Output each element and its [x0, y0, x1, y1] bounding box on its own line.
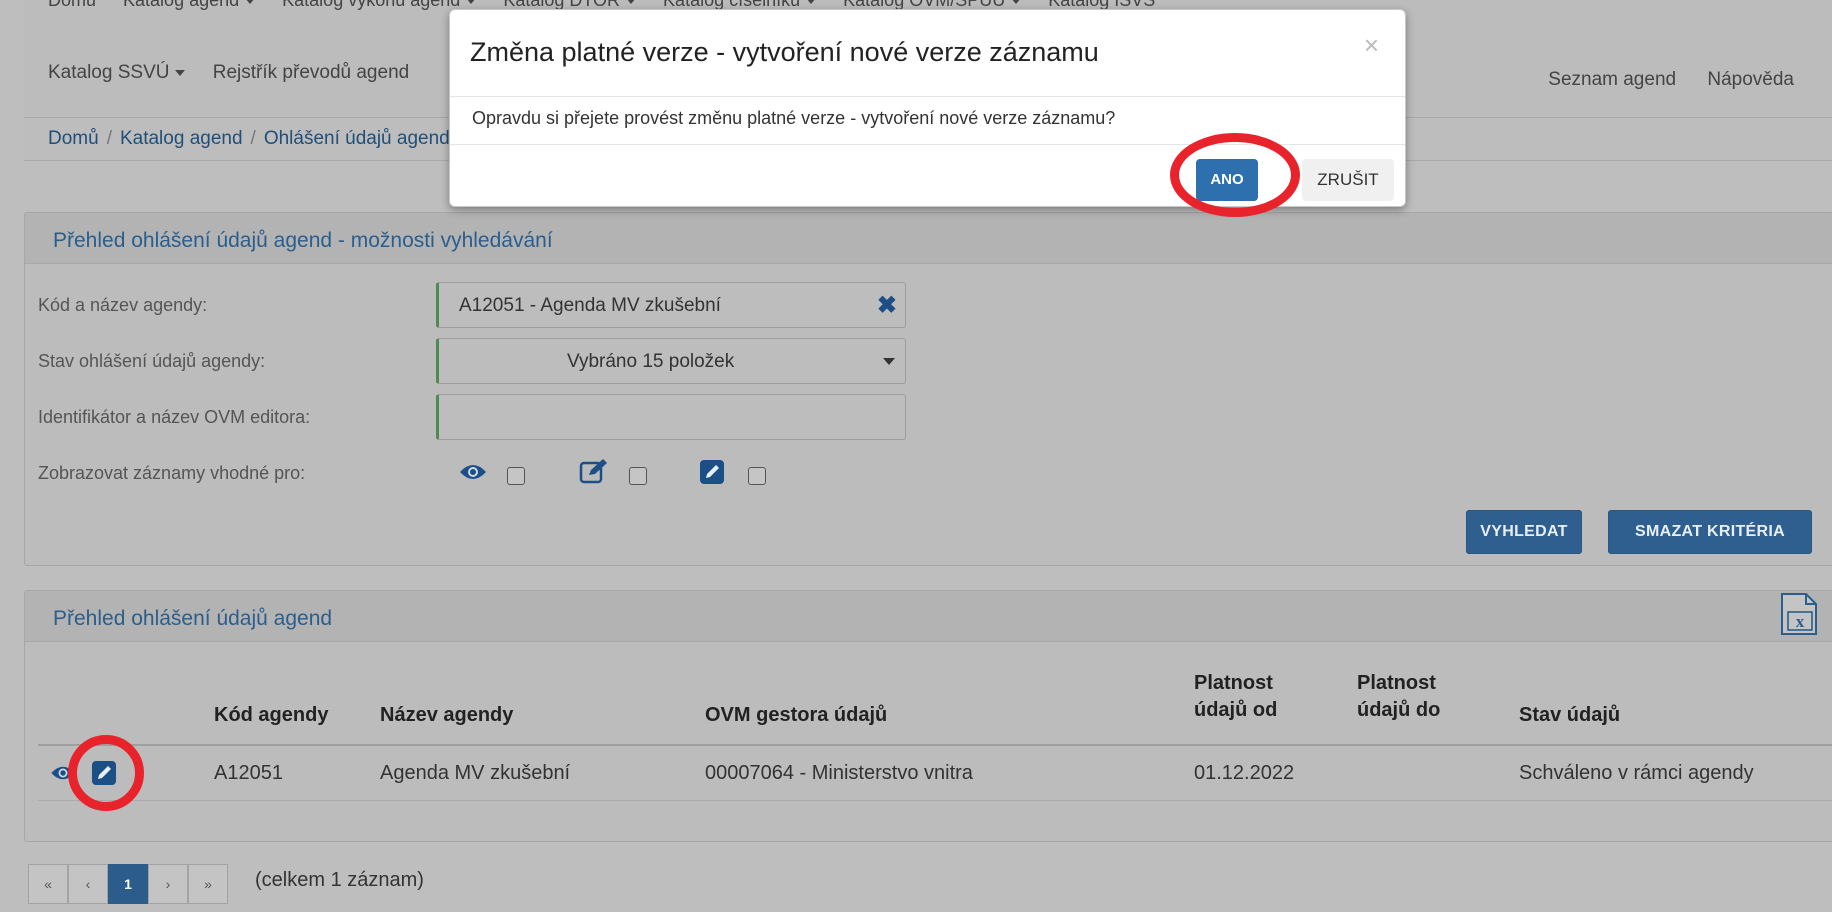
excel-export-icon[interactable]: x — [1778, 592, 1820, 636]
caret-down-icon — [1011, 0, 1022, 5]
col-code-header[interactable]: Kód agendy — [214, 702, 328, 729]
dialog-header-divider — [450, 96, 1405, 97]
highlight-ring-edit — [68, 735, 144, 811]
dialog-title: Změna platné verze - vytvoření nové verz… — [470, 37, 1099, 67]
cell-name: Agenda MV zkušební — [380, 762, 571, 784]
view-checkbox[interactable] — [507, 467, 525, 485]
agenda-code-field[interactable]: A12051 - Agenda MV zkušební ✖ — [436, 282, 906, 328]
caret-down-icon — [626, 0, 637, 5]
state-select-value: Vybráno 15 položek — [567, 351, 735, 372]
caret-down-icon — [175, 69, 186, 76]
breadcrumb-katalog-agend[interactable]: Katalog agend — [120, 128, 243, 149]
ovm-editor-label: Identifikátor a název OVM editora: — [38, 407, 311, 427]
caret-down-icon — [466, 0, 477, 5]
cell-ovm: 00007064 - Ministerstvo vnitra — [705, 762, 973, 784]
caret-down-icon — [806, 0, 817, 5]
search-button[interactable]: VYHLEDAT — [1466, 510, 1582, 554]
caret-down-icon — [245, 0, 256, 5]
agenda-code-value: A12051 - Agenda MV zkušební — [459, 295, 721, 316]
edit-filled-icon — [700, 460, 724, 484]
nav-right: Seznam agend Nápověda — [1522, 69, 1794, 91]
cell-state: Schváleno v rámci agendy — [1519, 762, 1754, 784]
eye-icon — [460, 465, 486, 479]
page-next-button[interactable]: › — [148, 864, 188, 904]
page-first-button[interactable]: « — [28, 864, 68, 904]
page-last-button[interactable]: » — [188, 864, 228, 904]
col-valid-to-header[interactable]: Platnost údajů do — [1357, 670, 1467, 724]
edit-checkbox[interactable] — [629, 467, 647, 485]
show-records-label: Zobrazovat záznamy vhodné pro: — [38, 463, 306, 483]
chevron-down-icon — [883, 358, 895, 365]
nav-katalog-vykonu[interactable]: Katalog výkonů agend — [282, 0, 477, 10]
nav-rejstrik-prevodu[interactable]: Rejstřík převodů agend — [213, 62, 409, 83]
clear-icon[interactable]: ✖ — [877, 291, 897, 320]
svg-text:x: x — [1796, 612, 1805, 631]
highlight-ring-confirm — [1170, 133, 1300, 217]
clear-criteria-button[interactable]: SMAZAT KRITÉRIA — [1608, 510, 1812, 554]
page-prev-button[interactable]: ‹ — [68, 864, 108, 904]
edit-outline-icon — [579, 459, 607, 484]
col-ovm-header[interactable]: OVM gestora údajů — [705, 702, 887, 729]
nav-napoveda[interactable]: Nápověda — [1707, 69, 1794, 90]
col-name-header[interactable]: Název agendy — [380, 702, 513, 729]
nav-row-secondary: Katalog SSVÚ Rejstřík převodů agend — [48, 62, 431, 84]
search-panel-title: Přehled ohlášení údajů agend - možnosti … — [53, 229, 553, 252]
nav-katalog-agend[interactable]: Katalog agend — [123, 0, 256, 10]
nav-seznam-agend[interactable]: Seznam agend — [1548, 69, 1676, 90]
edit-approved-checkbox[interactable] — [748, 467, 766, 485]
cancel-button[interactable]: ZRUŠIT — [1302, 159, 1394, 201]
ovm-editor-input[interactable] — [436, 394, 906, 440]
nav-home[interactable]: Domů — [48, 0, 96, 10]
agenda-code-label: Kód a název agendy: — [38, 295, 208, 315]
cell-code: A12051 — [214, 762, 283, 784]
pagination-summary: (celkem 1 záznam) — [255, 869, 424, 891]
dialog-message: Opravdu si přejete provést změnu platné … — [472, 108, 1116, 128]
breadcrumb-home[interactable]: Domů — [48, 128, 99, 149]
nav-katalog-ssvu[interactable]: Katalog SSVÚ — [48, 62, 186, 83]
state-label: Stav ohlášení údajů agendy: — [38, 351, 266, 371]
breadcrumb-current: Ohlášení údajů agend — [263, 128, 450, 149]
table-row-divider — [38, 800, 1832, 801]
col-valid-from-header[interactable]: Platnost údajů od — [1194, 670, 1304, 724]
pagination: « ‹ 1 › » — [28, 864, 228, 904]
state-select[interactable]: Vybráno 15 položek — [436, 338, 906, 384]
close-icon[interactable]: × — [1364, 30, 1379, 61]
cell-valid-from: 01.12.2022 — [1194, 762, 1295, 784]
page-1-button[interactable]: 1 — [108, 864, 148, 904]
table-header-divider — [38, 744, 1832, 746]
col-state-header[interactable]: Stav údajů — [1519, 702, 1620, 729]
results-panel-title: Přehled ohlášení údajů agend — [53, 607, 333, 630]
